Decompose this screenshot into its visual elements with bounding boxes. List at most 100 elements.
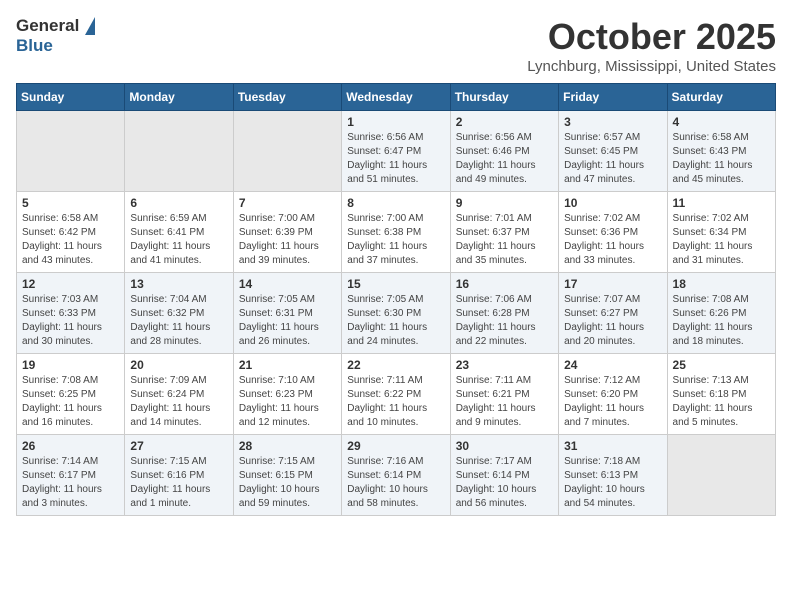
cell-info: Sunrise: 7:00 AM	[239, 212, 336, 226]
cell-info: Sunrise: 7:16 AM	[347, 455, 444, 469]
calendar-cell: 13Sunrise: 7:04 AMSunset: 6:32 PMDayligh…	[125, 273, 233, 354]
cell-info: Daylight: 11 hours and 43 minutes.	[22, 240, 119, 268]
cell-info: Sunset: 6:22 PM	[347, 388, 444, 402]
weekday-header: Thursday	[450, 84, 558, 111]
calendar-cell: 4Sunrise: 6:58 AMSunset: 6:43 PMDaylight…	[667, 111, 775, 192]
cell-info: Daylight: 11 hours and 49 minutes.	[456, 159, 553, 187]
cell-info: Daylight: 11 hours and 18 minutes.	[673, 321, 770, 349]
month-title: October 2025	[527, 16, 776, 58]
day-number: 18	[673, 277, 770, 291]
cell-info: Sunrise: 6:59 AM	[130, 212, 227, 226]
cell-info: Sunset: 6:28 PM	[456, 307, 553, 321]
day-number: 23	[456, 358, 553, 372]
cell-info: Sunrise: 7:08 AM	[673, 293, 770, 307]
weekday-header: Tuesday	[233, 84, 341, 111]
calendar-cell	[17, 111, 125, 192]
cell-info: Sunset: 6:20 PM	[564, 388, 661, 402]
weekday-header: Friday	[559, 84, 667, 111]
day-number: 26	[22, 439, 119, 453]
day-number: 8	[347, 196, 444, 210]
calendar-cell: 7Sunrise: 7:00 AMSunset: 6:39 PMDaylight…	[233, 192, 341, 273]
cell-info: Daylight: 11 hours and 26 minutes.	[239, 321, 336, 349]
calendar-cell: 1Sunrise: 6:56 AMSunset: 6:47 PMDaylight…	[342, 111, 450, 192]
cell-info: Sunrise: 7:02 AM	[673, 212, 770, 226]
cell-info: Sunset: 6:21 PM	[456, 388, 553, 402]
cell-info: Sunrise: 6:58 AM	[673, 131, 770, 145]
calendar-cell: 31Sunrise: 7:18 AMSunset: 6:13 PMDayligh…	[559, 435, 667, 516]
day-number: 20	[130, 358, 227, 372]
cell-info: Sunset: 6:18 PM	[673, 388, 770, 402]
calendar-cell: 22 Sunrise: 7:11 AMSunset: 6:22 PMDayligh…	[342, 354, 450, 435]
logo-blue-text: Blue	[16, 36, 53, 56]
cell-info: Sunset: 6:30 PM	[347, 307, 444, 321]
cell-info: Sunrise: 7:18 AM	[564, 455, 661, 469]
calendar-cell: 17Sunrise: 7:07 AMSunset: 6:27 PMDayligh…	[559, 273, 667, 354]
day-number: 24	[564, 358, 661, 372]
cell-info: Daylight: 10 hours and 56 minutes.	[456, 483, 553, 511]
cell-info: Daylight: 11 hours and 41 minutes.	[130, 240, 227, 268]
cell-info: Sunset: 6:38 PM	[347, 226, 444, 240]
calendar-week-row: 19Sunrise: 7:08 AMSunset: 6:25 PMDayligh…	[17, 354, 776, 435]
cell-info: Daylight: 11 hours and 37 minutes.	[347, 240, 444, 268]
cell-info: Daylight: 11 hours and 10 minutes.	[347, 402, 444, 430]
cell-info: Daylight: 11 hours and 16 minutes.	[22, 402, 119, 430]
day-number: 21	[239, 358, 336, 372]
day-number: 12	[22, 277, 119, 291]
day-number: 22	[347, 358, 444, 372]
cell-info: Sunrise: 7:12 AM	[564, 374, 661, 388]
day-number: 9	[456, 196, 553, 210]
cell-info: Sunset: 6:17 PM	[22, 469, 119, 483]
calendar-cell: 23Sunrise: 7:11 AMSunset: 6:21 PMDayligh…	[450, 354, 558, 435]
cell-info: Sunrise: 6:57 AM	[564, 131, 661, 145]
day-number: 11	[673, 196, 770, 210]
day-number: 29	[347, 439, 444, 453]
weekday-header: Saturday	[667, 84, 775, 111]
cell-info: Sunrise: 7:02 AM	[564, 212, 661, 226]
day-number: 6	[130, 196, 227, 210]
day-number: 13	[130, 277, 227, 291]
cell-info: Sunset: 6:31 PM	[239, 307, 336, 321]
cell-info: Sunset: 6:23 PM	[239, 388, 336, 402]
cell-info: Daylight: 11 hours and 47 minutes.	[564, 159, 661, 187]
weekday-header: Sunday	[17, 84, 125, 111]
calendar-cell: 27Sunrise: 7:15 AMSunset: 6:16 PMDayligh…	[125, 435, 233, 516]
logo-general-text: General	[16, 16, 79, 36]
cell-info: Sunrise: 7:09 AM	[130, 374, 227, 388]
cell-info: Daylight: 10 hours and 58 minutes.	[347, 483, 444, 511]
day-number: 5	[22, 196, 119, 210]
day-number: 27	[130, 439, 227, 453]
cell-info: Sunrise: 7:06 AM	[456, 293, 553, 307]
calendar-cell: 11Sunrise: 7:02 AMSunset: 6:34 PMDayligh…	[667, 192, 775, 273]
cell-info: Sunrise: 7:00 AM	[347, 212, 444, 226]
calendar-cell: 9Sunrise: 7:01 AMSunset: 6:37 PMDaylight…	[450, 192, 558, 273]
day-number: 2	[456, 115, 553, 129]
cell-info: Sunset: 6:15 PM	[239, 469, 336, 483]
day-number: 16	[456, 277, 553, 291]
cell-info: Daylight: 11 hours and 30 minutes.	[22, 321, 119, 349]
cell-info: Sunset: 6:24 PM	[130, 388, 227, 402]
cell-info: Sunset: 6:36 PM	[564, 226, 661, 240]
logo-triangle-icon	[85, 17, 95, 35]
day-number: 19	[22, 358, 119, 372]
cell-info: Sunrise: 7:11 AM	[347, 374, 444, 388]
cell-info: Sunrise: 7:03 AM	[22, 293, 119, 307]
calendar-cell: 20Sunrise: 7:09 AMSunset: 6:24 PMDayligh…	[125, 354, 233, 435]
cell-info: Sunrise: 6:58 AM	[22, 212, 119, 226]
cell-info: Daylight: 10 hours and 54 minutes.	[564, 483, 661, 511]
calendar-cell: 8 Sunrise: 7:00 AMSunset: 6:38 PMDaylight…	[342, 192, 450, 273]
cell-info: Daylight: 11 hours and 7 minutes.	[564, 402, 661, 430]
cell-info: Sunset: 6:46 PM	[456, 145, 553, 159]
calendar-cell: 2 Sunrise: 6:56 AMSunset: 6:46 PMDaylight…	[450, 111, 558, 192]
cell-info: Sunrise: 7:13 AM	[673, 374, 770, 388]
cell-info: Sunrise: 6:56 AM	[456, 131, 553, 145]
day-number: 1	[347, 115, 444, 129]
calendar-cell: 19Sunrise: 7:08 AMSunset: 6:25 PMDayligh…	[17, 354, 125, 435]
cell-info: Sunrise: 7:10 AM	[239, 374, 336, 388]
calendar-week-row: 26Sunrise: 7:14 AMSunset: 6:17 PMDayligh…	[17, 435, 776, 516]
cell-info: Daylight: 11 hours and 3 minutes.	[22, 483, 119, 511]
cell-info: Sunset: 6:41 PM	[130, 226, 227, 240]
cell-info: Daylight: 11 hours and 39 minutes.	[239, 240, 336, 268]
calendar-cell: 5Sunrise: 6:58 AMSunset: 6:42 PMDaylight…	[17, 192, 125, 273]
cell-info: Sunset: 6:34 PM	[673, 226, 770, 240]
calendar-cell: 15Sunrise: 7:05 AMSunset: 6:30 PMDayligh…	[342, 273, 450, 354]
